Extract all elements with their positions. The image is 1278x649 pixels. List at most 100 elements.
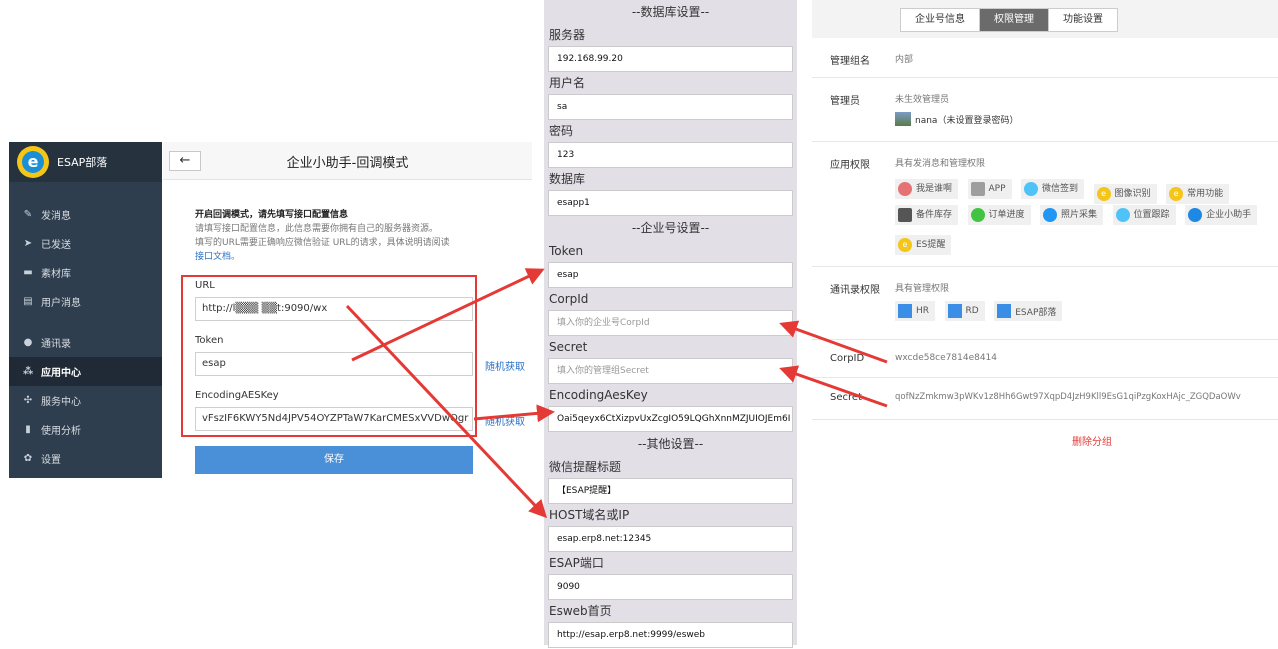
- intro-heading: 开启回调模式，请先填写接口配置信息: [195, 210, 349, 220]
- app-chip[interactable]: APP: [967, 179, 1012, 199]
- tab-corp-info[interactable]: 企业号信息: [901, 9, 980, 31]
- tab-feature-settings[interactable]: 功能设置: [1049, 9, 1117, 31]
- image-recognition-icon: e: [1096, 187, 1111, 201]
- corpid-row: CorpID wxcde58ce7814e8414: [812, 340, 1278, 378]
- secret-input[interactable]: 填入你的管理组Secret: [548, 358, 793, 384]
- dept-chip[interactable]: ESAP部落: [994, 301, 1063, 321]
- intro-line-1: 请填写接口配置信息，此信息需要你拥有自己的服务器资源。: [195, 224, 439, 234]
- corpid-value: wxcde58ce7814e8414: [895, 353, 998, 363]
- service-icon: ✣: [23, 395, 33, 406]
- password-label: 密码: [549, 124, 574, 138]
- corpid-label: CorpId: [549, 292, 589, 306]
- esweb-label: Esweb首页: [549, 604, 612, 618]
- intro-line-2: 填写的URL需要正确响应微信验证 URL的请求，具体说明请阅读: [195, 238, 450, 248]
- cfg-token-input[interactable]: esap: [548, 262, 793, 288]
- api-doc-link[interactable]: 接口文档: [195, 252, 231, 262]
- wx-title-label: 微信提醒标题: [549, 460, 622, 474]
- sidebar: e ESAP部落 ✎ 发消息 ➤ 已发送 ▬ 素材库 ▤ 用户消息 ● 通讯录 ⁂ 应用中心…: [9, 142, 162, 478]
- sidebar-item-contacts[interactable]: ● 通讯录: [9, 328, 162, 357]
- brand: e ESAP部落: [9, 142, 162, 182]
- database-input[interactable]: esapp1: [548, 190, 793, 216]
- esap-logo: e: [17, 146, 49, 178]
- admin-status: 未生效管理员: [895, 95, 950, 105]
- gear-icon: ✿: [23, 453, 33, 464]
- group-name-label: 管理组名: [830, 56, 870, 67]
- cfg-aes-input[interactable]: Oai5qeyx6CtXizpvUxZcgIO59LQGhXnnMZJUIOJE…: [548, 406, 793, 432]
- app-chip[interactable]: 照片采集: [1040, 205, 1104, 225]
- app-permission-desc: 具有发消息和管理权限: [895, 159, 986, 169]
- brand-name: ESAP部落: [57, 156, 108, 169]
- admin-label: 管理员: [830, 96, 860, 107]
- corpid-row-label: CorpID: [830, 353, 865, 364]
- app-chip[interactable]: e ES提醒: [895, 235, 952, 255]
- people-icon: [898, 182, 912, 196]
- app-chip[interactable]: e 常用功能: [1166, 184, 1230, 204]
- send-icon: ➤: [23, 238, 33, 249]
- app-chip[interactable]: 位置跟踪: [1112, 205, 1176, 225]
- checkin-icon: [1024, 182, 1039, 196]
- tab-bar: 企业号信息 权限管理 功能设置: [812, 0, 1278, 38]
- sidebar-item-send-message[interactable]: ✎ 发消息: [9, 200, 162, 229]
- assistant-icon: [1188, 208, 1203, 222]
- message-icon: ▤: [23, 296, 33, 307]
- group-name-row: 管理组名 内部: [812, 38, 1278, 78]
- app-chip[interactable]: e 图像识别: [1093, 184, 1157, 204]
- wx-title-input[interactable]: 【ESAP提醒】: [548, 478, 793, 504]
- username-label: 用户名: [549, 76, 586, 90]
- port-label: ESAP端口: [549, 556, 604, 570]
- password-input[interactable]: 123: [548, 142, 793, 168]
- random-aes-link[interactable]: 随机获取: [485, 413, 525, 428]
- secret-row-label: Secret: [830, 392, 862, 403]
- corpid-input[interactable]: 填入你的企业号CorpId: [548, 310, 793, 336]
- server-input[interactable]: 192.168.99.20: [548, 46, 793, 72]
- tab-permission[interactable]: 权限管理: [980, 9, 1049, 31]
- admin-name: nana（未设置登录密码）: [915, 115, 1019, 126]
- app-chip[interactable]: 企业小助手: [1185, 205, 1258, 225]
- permission-panel: 企业号信息 权限管理 功能设置 管理组名 内部 管理员 未生效管理员 nana（…: [812, 0, 1278, 460]
- order-icon: [970, 208, 985, 222]
- delete-group-link[interactable]: 删除分组: [812, 433, 1278, 448]
- sidebar-item-materials[interactable]: ▬ 素材库: [9, 258, 162, 287]
- dept-chip[interactable]: HR: [895, 301, 936, 321]
- contact-permission-desc: 具有管理权限: [895, 284, 950, 294]
- secret-value: qofNzZmkmw3pWKv1z8Hh6Gwt97XqpD4JzH9Kll9E…: [895, 392, 1241, 402]
- dept-chip[interactable]: RD: [944, 301, 985, 321]
- app-chip[interactable]: 备件库存: [895, 205, 959, 225]
- admin-row: 管理员 未生效管理员 nana（未设置登录密码）: [812, 78, 1278, 142]
- app-permission-label: 应用权限: [830, 160, 870, 171]
- app-permission-row: 应用权限 具有发消息和管理权限 我是谁啊 APP 微信签到 e 图像识别 e 常用功…: [812, 142, 1278, 267]
- app-icon: [970, 182, 985, 196]
- sidebar-item-analytics[interactable]: ▮ 使用分析: [9, 415, 162, 444]
- intro-text: 开启回调模式，请先填写接口配置信息 请填写接口配置信息，此信息需要你拥有自己的服…: [195, 208, 495, 264]
- secret-row: Secret qofNzZmkmw3pWKv1z8Hh6Gwt97XqpD4Jz…: [812, 378, 1278, 420]
- sidebar-item-user-messages[interactable]: ▤ 用户消息: [9, 287, 162, 316]
- app-chip[interactable]: 微信签到: [1021, 179, 1085, 199]
- save-button[interactable]: 保存: [195, 446, 473, 474]
- cfg-token-label: Token: [549, 244, 584, 258]
- app-chip-list: 我是谁啊 APP 微信签到 e 图像识别 e 常用功能 备件库存 订单进度 照片采集…: [895, 179, 1265, 256]
- app-chip[interactable]: 订单进度: [967, 205, 1031, 225]
- user-icon: ●: [23, 337, 33, 348]
- location-icon: [1115, 208, 1130, 222]
- intro-tail: 。: [231, 252, 241, 262]
- random-token-link[interactable]: 随机获取: [485, 358, 525, 373]
- secret-label: Secret: [549, 340, 588, 354]
- folder-icon: ▬: [23, 267, 33, 278]
- inventory-icon: [898, 208, 912, 222]
- app-chip[interactable]: 我是谁啊: [895, 179, 959, 199]
- sidebar-item-app-center[interactable]: ⁂ 应用中心: [9, 357, 162, 386]
- port-input[interactable]: 9090: [548, 574, 793, 600]
- admin-entry[interactable]: nana（未设置登录密码）: [895, 112, 1018, 126]
- sidebar-item-service-center[interactable]: ✣ 服务中心: [9, 386, 162, 415]
- sidebar-item-sent[interactable]: ➤ 已发送: [9, 229, 162, 258]
- database-label: 数据库: [549, 172, 586, 186]
- esweb-input[interactable]: http://esap.erp8.net:9999/esweb: [548, 622, 793, 648]
- host-input[interactable]: esap.erp8.net:12345: [548, 526, 793, 552]
- chart-icon: ▮: [25, 424, 31, 435]
- username-input[interactable]: sa: [548, 94, 793, 120]
- app-center-icon: ⁂: [23, 366, 34, 377]
- config-form: --数据库设置-- 服务器 192.168.99.20 用户名 sa 密码 12…: [544, 0, 797, 648]
- photo-icon: [1043, 208, 1058, 222]
- sidebar-item-settings[interactable]: ✿ 设置: [9, 444, 162, 473]
- pencil-icon: ✎: [23, 209, 33, 220]
